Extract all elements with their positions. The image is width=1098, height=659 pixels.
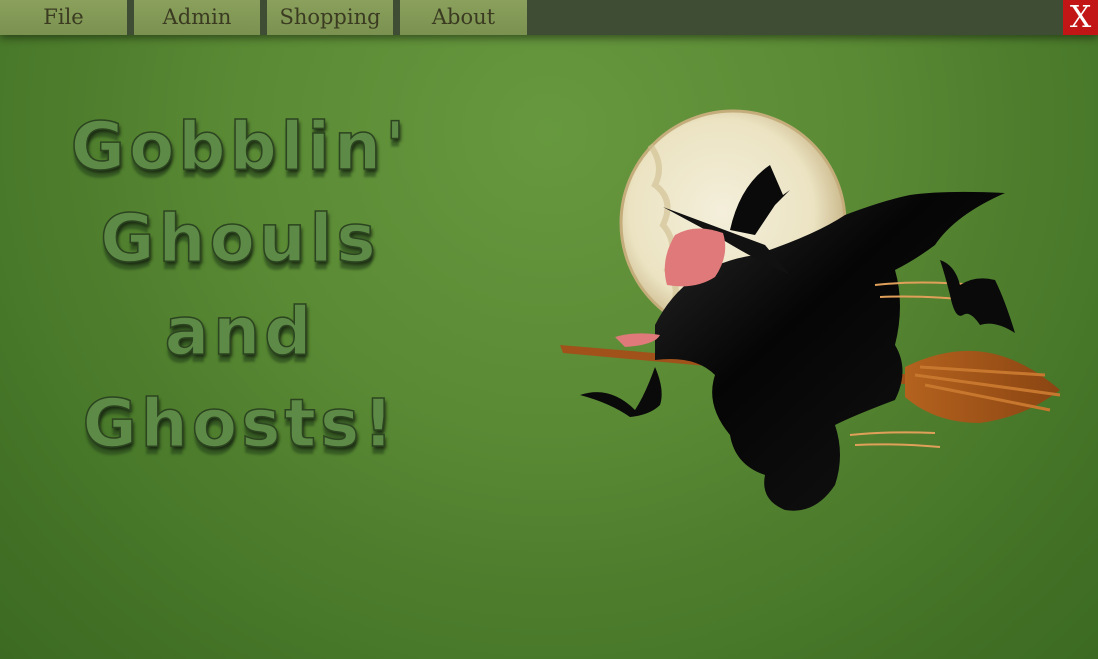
bat-right — [940, 260, 1015, 333]
menu-bar: File Admin Shopping About X — [0, 0, 1098, 35]
bat-left — [580, 367, 662, 417]
title-line-3: and — [164, 292, 316, 371]
close-button[interactable]: X — [1063, 0, 1098, 35]
menu-about[interactable]: About — [400, 0, 527, 35]
title-line-2: Ghouls — [100, 199, 380, 278]
menu-file[interactable]: File — [0, 0, 127, 35]
menu-admin[interactable]: Admin — [134, 0, 260, 35]
title-line-4: Ghosts! — [82, 384, 398, 463]
witch-on-broom-moon-icon — [560, 109, 1061, 511]
menu-shopping[interactable]: Shopping — [267, 0, 393, 35]
title-line-1: Gobblin' — [70, 107, 410, 186]
